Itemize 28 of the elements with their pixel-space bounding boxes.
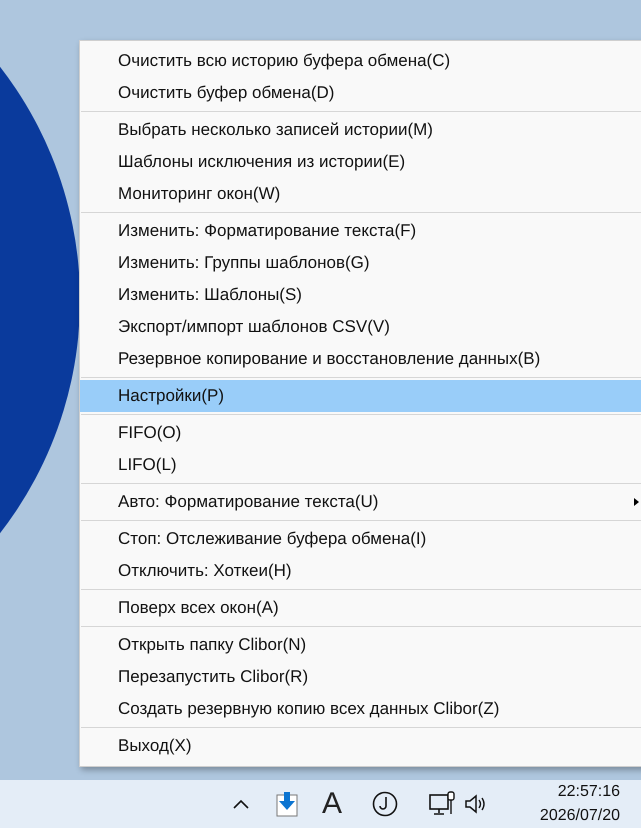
clock-date[interactable]: 2026/07/20 [540, 804, 620, 828]
menu-item[interactable]: Открыть папку Clibor(N) [80, 629, 641, 661]
input-mode-indicator[interactable]: A [322, 789, 342, 819]
menu-item[interactable]: Поверх всех окон(A) [80, 592, 641, 624]
menu-item[interactable]: Изменить: Шаблоны(S) [80, 279, 641, 311]
clock-time[interactable]: 22:57:16 [558, 780, 620, 804]
chevron-up-icon[interactable] [232, 799, 250, 809]
menu-item[interactable]: Шаблоны исключения из истории(E) [80, 146, 641, 178]
menu-item[interactable]: Выбрать несколько записей истории(M) [80, 114, 641, 146]
menu-item[interactable]: Очистить всю историю буфера обмена(C) [80, 45, 641, 77]
menu-item[interactable]: Перезапустить Clibor(R) [80, 661, 641, 693]
network-icon[interactable] [428, 790, 456, 818]
menu-item[interactable]: Отключить: Хоткеи(H) [80, 555, 641, 587]
menu-item[interactable]: Создать резервную копию всех данных Clibor(Z) [80, 693, 641, 725]
menu-item[interactable]: LIFO(L) [80, 449, 641, 481]
menu-item[interactable]: Мониторинг окон(W) [80, 178, 641, 210]
menu-item[interactable]: Авто: Форматирование текста(U) [80, 486, 641, 518]
menu-item[interactable]: Выход(X) [80, 730, 641, 762]
menu-item[interactable]: Изменить: Группы шаблонов(G) [80, 247, 641, 279]
menu-item[interactable]: Изменить: Форматирование текста(F) [80, 215, 641, 247]
menu-item[interactable]: Очистить буфер обмена(D) [80, 77, 641, 109]
menu-item[interactable]: Резервное копирование и восстановление данных(B) [80, 343, 641, 375]
menu-item[interactable]: Стоп: Отслеживание буфера обмена(I) [80, 523, 641, 555]
download-arrow-icon[interactable] [276, 791, 298, 817]
menu-item[interactable]: Экспорт/импорт шаблонов CSV(V) [80, 311, 641, 343]
menu-item[interactable]: Настройки(P) [80, 380, 641, 412]
clock-icon[interactable] [372, 791, 398, 817]
menu-item[interactable]: FIFO(O) [80, 417, 641, 449]
